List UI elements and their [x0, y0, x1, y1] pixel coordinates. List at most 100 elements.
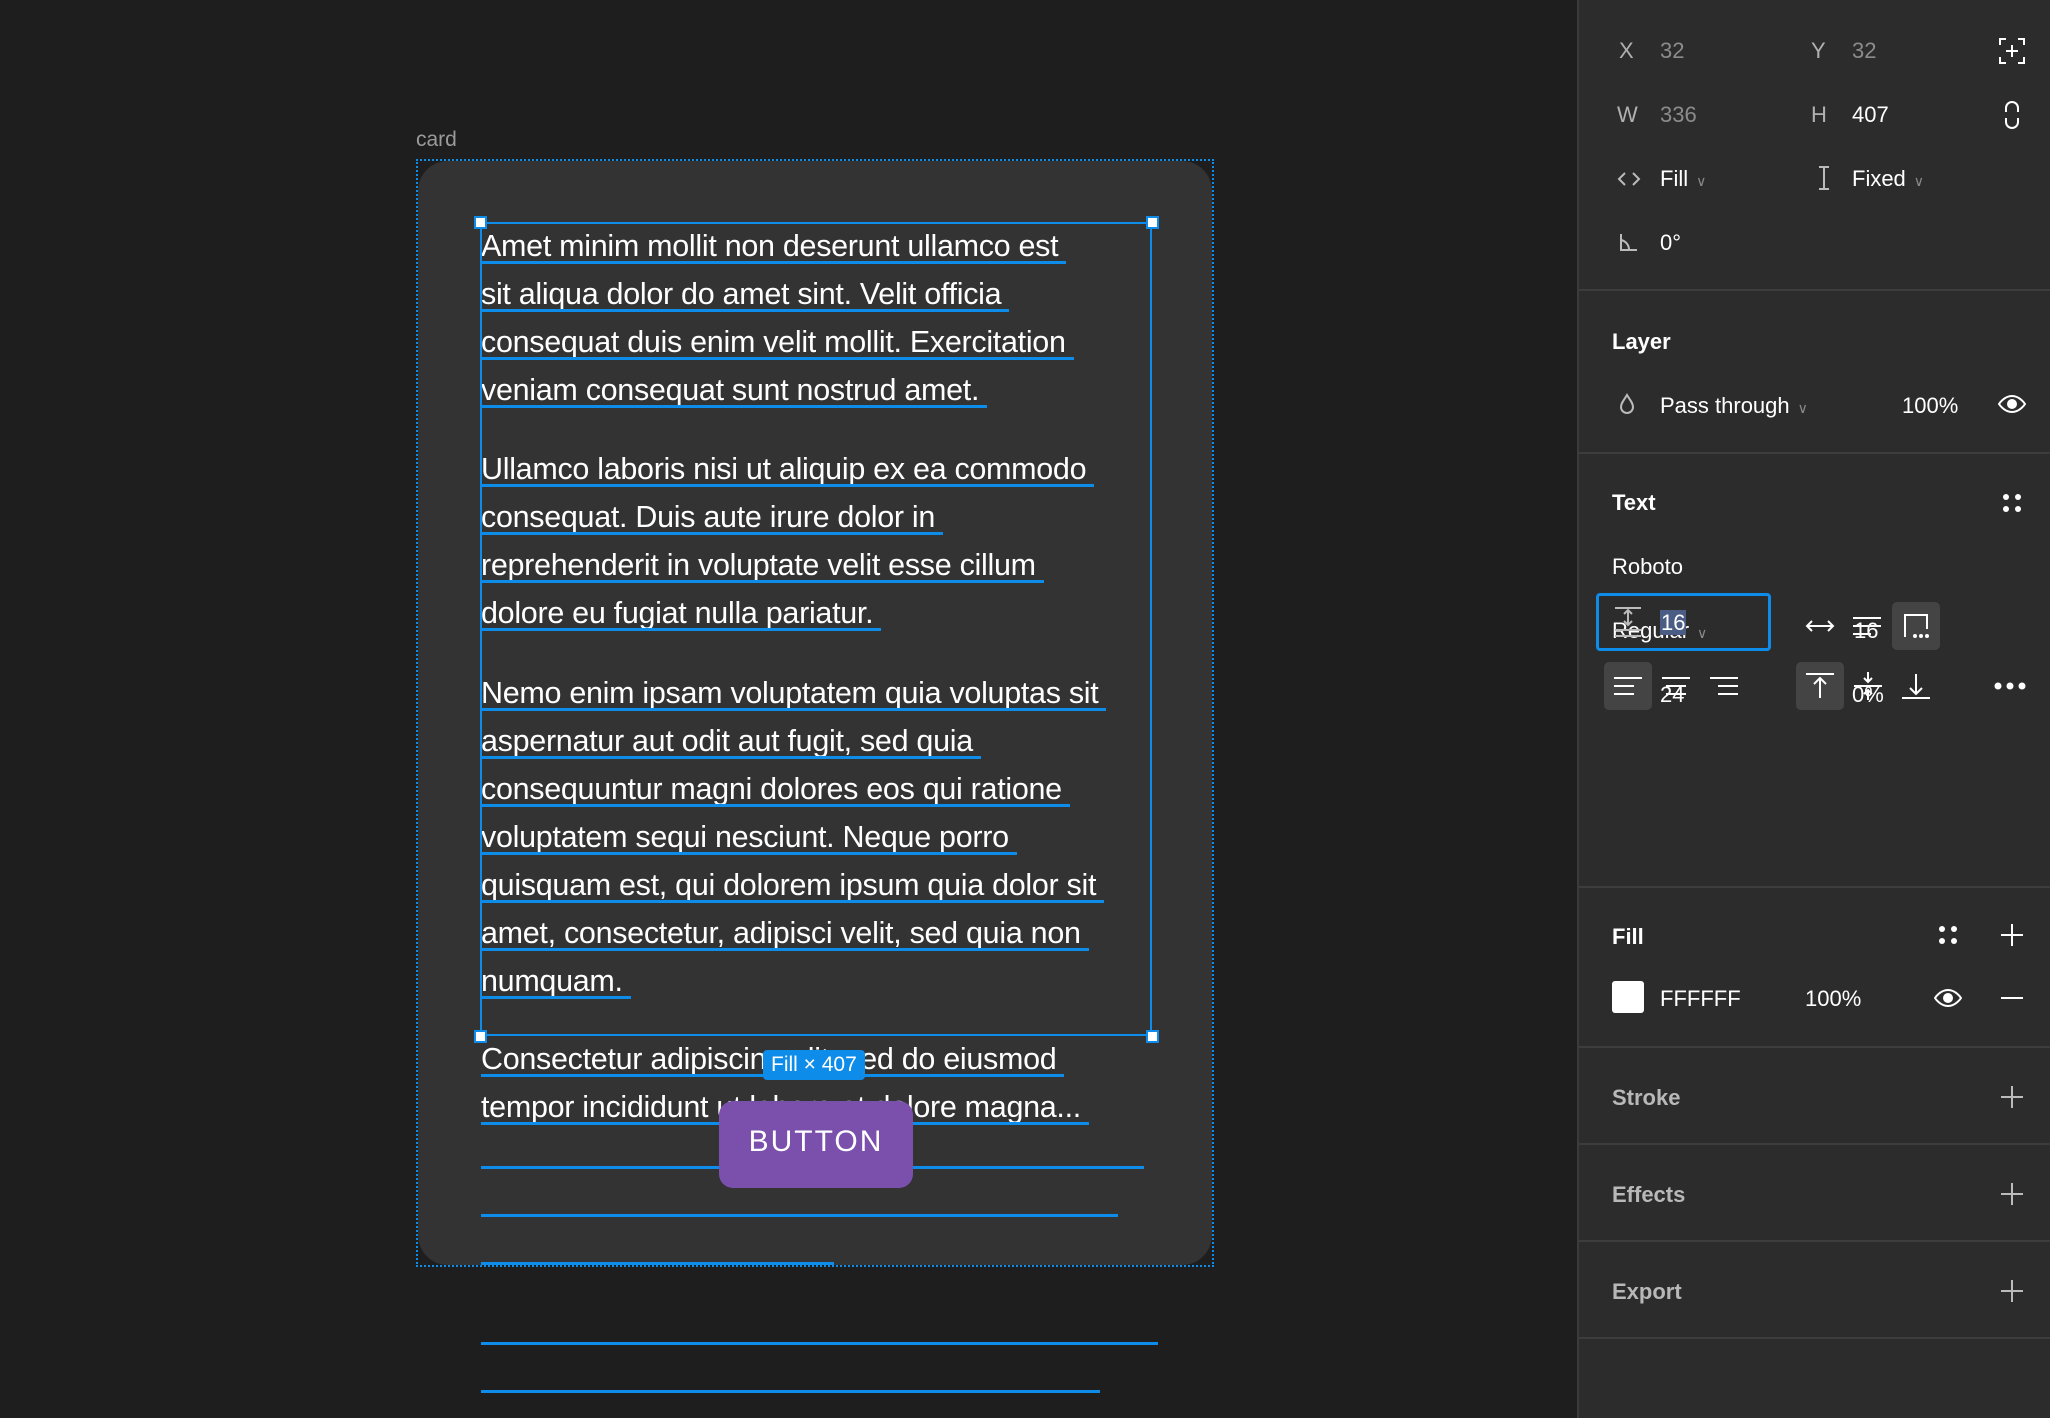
- paragraph-spacing-input[interactable]: 16: [1660, 610, 1687, 636]
- text-baseline: [481, 484, 1095, 487]
- text-line: consequat. Duis aute irure dolor in: [481, 493, 1181, 541]
- text-styles-icon[interactable]: [1999, 490, 2025, 516]
- add-export-icon[interactable]: [1999, 1278, 2025, 1304]
- align-bottom-button[interactable]: [1892, 662, 1940, 710]
- card-button[interactable]: BUTTON: [719, 1101, 913, 1188]
- text-line: sit aliqua dolor do amet sint. Velit off…: [481, 270, 1181, 318]
- frame-label[interactable]: card: [416, 128, 457, 152]
- add-stroke-icon[interactable]: [1999, 1084, 2025, 1110]
- w-label: W: [1617, 102, 1638, 127]
- resize-handle-top-right[interactable]: [1146, 216, 1159, 229]
- fill-section: Fill FFFFFF 100%: [1579, 888, 2050, 1048]
- horizontal-resizing-dropdown[interactable]: Fill ∨: [1660, 166, 1706, 192]
- layer-opacity-input[interactable]: 100%: [1902, 393, 1958, 419]
- blend-mode-dropdown[interactable]: Pass through ∨: [1660, 393, 1808, 419]
- properties-panel: X 32 Y 32 W 336 H 407 Fill ∨ Fixed ∨ 0° La…: [1577, 0, 2050, 1418]
- text-line-content: Ullamco laboris nisi ut aliquip ex ea co…: [481, 452, 1087, 486]
- align-left-button[interactable]: [1604, 662, 1652, 710]
- horizontal-resizing-icon: [1615, 166, 1643, 192]
- blend-mode-drop-icon: [1617, 391, 1637, 417]
- text-line-content: consequuntur magni dolores eos qui ratio…: [481, 772, 1062, 806]
- fill-title: Fill: [1612, 924, 1644, 949]
- text-baseline: [481, 804, 1070, 807]
- auto-width-icon[interactable]: [1804, 614, 1836, 638]
- more-options-icon[interactable]: [1993, 676, 2027, 696]
- font-family-dropdown[interactable]: Roboto: [1612, 554, 1683, 580]
- resize-handle-top-left[interactable]: [474, 216, 487, 229]
- text-baseline: [481, 580, 1044, 583]
- add-fill-icon[interactable]: [1999, 922, 2025, 948]
- canvas[interactable]: card Amet minim mollit non deserunt ulla…: [0, 0, 1577, 1418]
- text-line-content: numquam.: [481, 964, 623, 998]
- text-line: Ullamco laboris nisi ut aliquip ex ea co…: [481, 445, 1181, 493]
- rotation-icon: [1617, 232, 1639, 252]
- text-baseline: [481, 996, 631, 999]
- text-paragraph[interactable]: Amet minim mollit non deserunt ullamco e…: [481, 222, 1181, 414]
- export-section: Export: [1579, 1242, 2050, 1339]
- text-baseline: [481, 948, 1089, 951]
- text-line-content: veniam consequat sunt nostrud amet.: [481, 373, 980, 407]
- text-line: Nemo enim ipsam voluptatem quia voluptas…: [481, 669, 1181, 717]
- layer-title: Layer: [1612, 329, 1671, 354]
- w-input[interactable]: 336: [1660, 102, 1697, 128]
- fill-color-swatch[interactable]: [1612, 981, 1644, 1013]
- text-line-content: consequat. Duis aute irure dolor in: [481, 500, 936, 534]
- text-paragraph[interactable]: Ullamco laboris nisi ut aliquip ex ea co…: [481, 445, 1181, 637]
- text-line-content: amet, consectetur, adipisci velit, sed q…: [481, 916, 1081, 950]
- truncate-text-button[interactable]: [1892, 602, 1940, 650]
- blend-mode-value: Pass through: [1660, 393, 1790, 418]
- text-baseline: [481, 708, 1107, 711]
- vertical-resizing-value: Fixed: [1852, 166, 1906, 191]
- text-line: quisquam est, qui dolorem ipsum quia dol…: [481, 861, 1181, 909]
- remove-fill-icon[interactable]: [1999, 986, 2025, 1010]
- rotation-input[interactable]: 0°: [1660, 230, 1681, 256]
- y-label: Y: [1811, 38, 1826, 63]
- text-section: Text Roboto Regular ∨ 16 24 0% 16: [1579, 454, 2050, 888]
- x-label: X: [1619, 38, 1634, 63]
- text-baseline: [481, 261, 1067, 264]
- text-line: reprehenderit in voluptate velit esse ci…: [481, 541, 1181, 589]
- h-label: H: [1811, 102, 1827, 127]
- text-baseline: [481, 1262, 834, 1265]
- x-input[interactable]: 32: [1660, 38, 1684, 64]
- chevron-down-icon: ∨: [1797, 400, 1808, 416]
- horizontal-resizing-value: Fill: [1660, 166, 1689, 191]
- fill-styles-icon[interactable]: [1936, 923, 1960, 947]
- align-right-button[interactable]: [1700, 662, 1748, 710]
- stroke-title: Stroke: [1612, 1085, 1681, 1110]
- text-line-content: sit aliqua dolor do amet sint. Velit off…: [481, 277, 1002, 311]
- text-line: veniam consequat sunt nostrud amet.: [481, 366, 1181, 414]
- fill-opacity-input[interactable]: 100%: [1805, 986, 1861, 1012]
- h-input[interactable]: 407: [1852, 102, 1889, 128]
- align-middle-button[interactable]: [1844, 662, 1892, 710]
- text-baseline: [481, 357, 1074, 360]
- add-effect-icon[interactable]: [1999, 1181, 2025, 1207]
- y-input[interactable]: 32: [1852, 38, 1876, 64]
- text-baseline: [481, 628, 882, 631]
- align-center-button[interactable]: [1652, 662, 1700, 710]
- align-top-button[interactable]: [1796, 662, 1844, 710]
- text-paragraph[interactable]: Nemo enim ipsam voluptatem quia voluptas…: [481, 669, 1181, 1005]
- text-line-content: Amet minim mollit non deserunt ullamco e…: [481, 229, 1059, 263]
- text-line: dolore eu fugiat nulla pariatur.: [481, 589, 1181, 637]
- layout-section: X 32 Y 32 W 336 H 407 Fill ∨ Fixed ∨ 0°: [1579, 0, 2050, 291]
- text-baseline: [481, 1342, 1158, 1345]
- auto-height-icon[interactable]: [1851, 614, 1883, 638]
- fill-hex-input[interactable]: FFFFFF: [1660, 986, 1741, 1012]
- paragraph-spacing-icon: [1613, 606, 1643, 638]
- text-baseline: [481, 1390, 1100, 1393]
- eye-icon[interactable]: [1934, 987, 1962, 1009]
- text-line: consequuntur magni dolores eos qui ratio…: [481, 765, 1181, 813]
- eye-icon[interactable]: [1998, 393, 2026, 415]
- text-line: aspernatur aut odit aut fugit, sed quia: [481, 717, 1181, 765]
- text-baseline: [481, 532, 944, 535]
- resize-handle-bottom-right[interactable]: [1146, 1030, 1159, 1043]
- constrain-proportions-icon[interactable]: [1999, 99, 2025, 131]
- absolute-position-icon[interactable]: [1997, 36, 2027, 66]
- vertical-resizing-dropdown[interactable]: Fixed ∨: [1852, 166, 1924, 192]
- resize-handle-bottom-left[interactable]: [474, 1030, 487, 1043]
- vertical-resizing-icon: [1817, 164, 1831, 192]
- paragraph-spacing-value: 16: [1660, 610, 1687, 635]
- chevron-down-icon: ∨: [1913, 173, 1925, 189]
- effects-section: Effects: [1579, 1145, 2050, 1242]
